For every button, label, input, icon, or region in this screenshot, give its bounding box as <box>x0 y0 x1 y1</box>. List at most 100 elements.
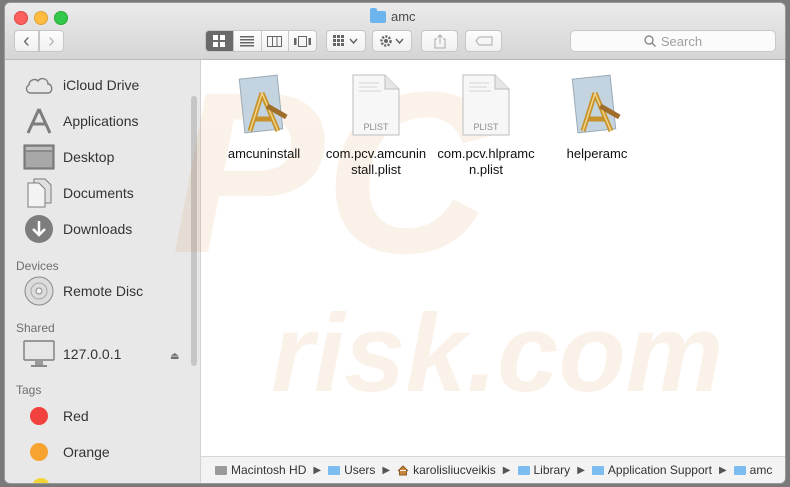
path-item-library[interactable]: Library <box>517 463 571 477</box>
path-separator-icon: ▶ <box>502 464 511 476</box>
file-item-helperamc[interactable]: helperamc <box>542 70 652 162</box>
file-item-amcuninstall[interactable]: amcuninstall <box>209 70 319 162</box>
sidebar-item-tag-orange[interactable]: Orange <box>23 437 110 467</box>
file-item-hlpramcn-plist[interactable]: PLIST com.pcv.hlpramc n.plist <box>431 70 541 178</box>
icon-view-button[interactable] <box>206 31 234 51</box>
application-file-icon <box>542 70 652 140</box>
path-separator-icon: ▶ <box>313 464 322 476</box>
sidebar-item-tag-red[interactable]: Red <box>23 401 89 431</box>
path-item-label: Application Support <box>607 463 712 477</box>
tags-header: Tags <box>16 383 42 397</box>
sidebar-item-label: Desktop <box>63 149 115 165</box>
monitor-icon <box>23 339 55 369</box>
folder-icon <box>328 465 341 475</box>
chevron-right-icon: › <box>48 30 55 52</box>
search-placeholder: Search <box>660 33 703 49</box>
gallery-icon <box>294 35 312 47</box>
list-view-button[interactable] <box>234 31 262 51</box>
gear-icon <box>380 35 404 47</box>
sidebar-scrollbar[interactable] <box>191 96 197 366</box>
toolbar: amc ‹ › Search <box>5 3 785 60</box>
sidebar-item-label: iCloud Drive <box>63 77 140 93</box>
sidebar-item-desktop[interactable]: Desktop <box>23 142 114 172</box>
file-name: amcuninstall <box>227 146 301 161</box>
search-field[interactable]: Search <box>570 30 776 52</box>
document-icon <box>23 178 55 208</box>
sidebar-item-label: Documents <box>63 185 134 201</box>
sidebar-item-shared-host[interactable]: 127.0.0.1 <box>23 339 121 369</box>
desktop-icon <box>23 142 55 172</box>
back-button[interactable]: ‹ <box>14 30 39 52</box>
columns-icon <box>267 35 283 47</box>
folder-icon <box>591 465 604 475</box>
disc-icon <box>23 276 55 306</box>
path-item-label: Library <box>533 463 571 477</box>
red-tag-dot-icon <box>23 401 55 431</box>
eject-icon[interactable]: ⏏ <box>170 351 179 362</box>
plist-file-icon: PLIST <box>431 70 541 140</box>
sidebar-item-documents[interactable]: Documents <box>23 178 134 208</box>
folder-icon <box>370 7 386 23</box>
sidebar-item-label: Remote Disc <box>63 283 144 299</box>
forward-button[interactable]: › <box>39 30 64 52</box>
gallery-view-button[interactable] <box>289 31 316 51</box>
plist-file-icon: PLIST <box>321 70 431 140</box>
view-mode-control <box>205 30 317 52</box>
tag-dot-red <box>30 407 48 425</box>
share-button[interactable] <box>421 30 458 52</box>
path-bar: Macintosh HD ▶ Users ▶ karolisliucveikis… <box>201 456 785 483</box>
path-item-home[interactable]: karolisliucveikis <box>397 463 496 477</box>
path-item-macintosh-hd[interactable]: Macintosh HD <box>215 463 306 477</box>
search-icon <box>644 35 656 47</box>
file-name-line-2: stall.plist <box>351 162 401 177</box>
sidebar-item-downloads[interactable]: Downloads <box>23 214 132 244</box>
sidebar-item-label: Applications <box>63 113 139 129</box>
path-item-application-support[interactable]: Application Support <box>591 463 712 477</box>
chevron-left-icon: ‹ <box>23 30 30 52</box>
folder-icon <box>517 465 530 475</box>
grid-icon <box>213 35 226 47</box>
column-view-button[interactable] <box>262 31 290 51</box>
plist-badge: PLIST <box>473 122 499 132</box>
action-button[interactable] <box>372 30 412 52</box>
sidebar-item-label: Downloads <box>63 221 133 237</box>
window-title-text: amc <box>391 9 416 24</box>
tag-icon <box>474 36 492 46</box>
arrange-button[interactable] <box>326 30 366 52</box>
file-name-line-1: com.pcv.amcunin <box>325 146 427 161</box>
plist-badge: PLIST <box>363 122 389 132</box>
sidebar-item-label: 127.0.0.1 <box>63 346 122 362</box>
sidebar-item-icloud-drive[interactable]: iCloud Drive <box>23 70 139 100</box>
watermark-text: risk.com <box>271 292 724 415</box>
sidebar-item-applications[interactable]: Applications <box>23 106 139 136</box>
sidebar-item-remote-disc[interactable]: Remote Disc <box>23 276 143 306</box>
path-item-amc[interactable]: amc <box>733 463 773 477</box>
arrange-grid-icon <box>333 35 358 46</box>
tag-dot-orange <box>30 443 48 461</box>
file-item-amcuninstall-plist[interactable]: PLIST com.pcv.amcunin stall.plist <box>321 70 431 178</box>
path-item-users[interactable]: Users <box>328 463 375 477</box>
path-item-label: amc <box>749 463 773 477</box>
path-item-label: Users <box>344 463 376 477</box>
file-name-line-1: com.pcv.hlpramc <box>437 146 535 161</box>
file-browser-content: PC risk.com amcuninstall PLIST com.pcv.a… <box>171 44 785 456</box>
file-name: helperamc <box>566 146 628 161</box>
sidebar-item-label: Orange <box>63 444 110 460</box>
path-separator-icon: ▶ <box>577 464 585 476</box>
sidebar: iCloud Drive Applications Desktop Docume… <box>5 60 201 483</box>
finder-window: amc ‹ › Search iCloud Drive Applications… <box>5 3 785 483</box>
path-item-label: Macintosh HD <box>231 463 307 477</box>
cloud-icon <box>23 70 55 100</box>
devices-header: Devices <box>16 259 59 273</box>
file-name-line-2: n.plist <box>469 162 503 177</box>
zoom-button[interactable] <box>54 11 68 25</box>
orange-tag-dot-icon <box>23 437 55 467</box>
close-button[interactable] <box>14 11 28 25</box>
partial-tag-dot <box>32 478 50 483</box>
minimize-button[interactable] <box>34 11 48 25</box>
home-icon <box>397 464 409 475</box>
shared-header: Shared <box>16 321 55 335</box>
tag-button[interactable] <box>465 30 502 52</box>
applications-icon <box>23 106 55 136</box>
window-title: amc <box>370 7 416 24</box>
